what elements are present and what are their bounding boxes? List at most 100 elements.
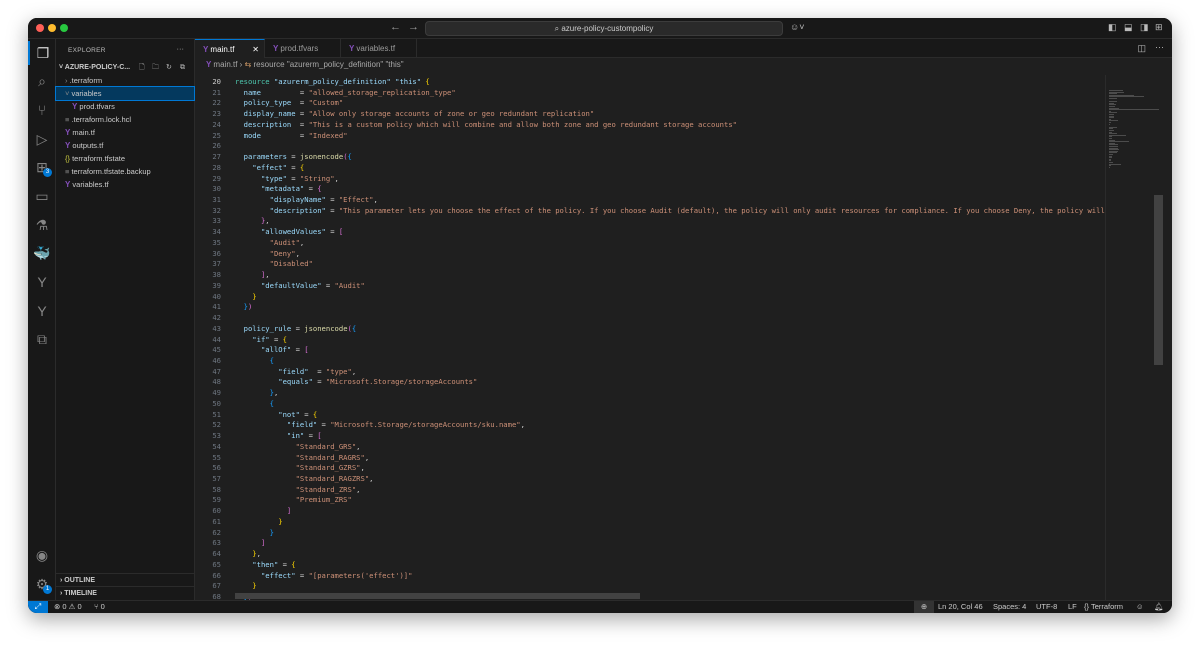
- code-line[interactable]: "not" = {: [235, 410, 317, 419]
- code-line[interactable]: mode = "Indexed": [235, 131, 348, 140]
- source-control-icon[interactable]: ⑂: [28, 98, 56, 122]
- code-line[interactable]: "Standard_GRS",: [235, 442, 361, 451]
- problems-indicator[interactable]: ⊗ 0 ⚠ 0: [54, 601, 82, 613]
- new-folder-icon[interactable]: 🗀: [152, 61, 159, 74]
- code-line[interactable]: "Standard_ZRS",: [235, 485, 361, 494]
- indentation[interactable]: Spaces: 4: [993, 601, 1026, 613]
- code-line[interactable]: "Disabled": [235, 259, 313, 268]
- run-debug-icon[interactable]: ▷: [28, 127, 56, 151]
- horizontal-scrollbar[interactable]: [235, 593, 640, 599]
- code-line[interactable]: },: [235, 388, 278, 397]
- customize-layout-icon[interactable]: ⊞: [1155, 22, 1163, 33]
- code-line[interactable]: "Standard_RAGZRS",: [235, 474, 373, 483]
- close-window-button[interactable]: [36, 24, 44, 32]
- tree-item[interactable]: Y variables.tf: [56, 178, 194, 191]
- toggle-panel-icon[interactable]: ⬓: [1124, 22, 1133, 33]
- code-line[interactable]: }): [235, 302, 252, 311]
- code-line[interactable]: "defaultValue" = "Audit": [235, 281, 365, 290]
- tree-item[interactable]: {} terraform.tfstate: [56, 152, 194, 165]
- code-line[interactable]: "equals" = "Microsoft.Storage/storageAcc…: [235, 377, 477, 386]
- code-line[interactable]: ],: [235, 270, 270, 279]
- code-line[interactable]: "then" = {: [235, 560, 296, 569]
- close-tab-icon[interactable]: ✕: [252, 40, 259, 59]
- code-line[interactable]: ]: [235, 506, 291, 515]
- code-editor[interactable]: 20resource "azurerm_policy_definition" "…: [195, 75, 1105, 600]
- timeline-section[interactable]: › TIMELINE: [56, 586, 194, 599]
- new-file-icon[interactable]: 🗋: [139, 61, 145, 74]
- code-line[interactable]: description = "This is a custom policy w…: [235, 120, 737, 129]
- code-line[interactable]: }: [235, 581, 257, 590]
- code-line[interactable]: "Audit",: [235, 238, 304, 247]
- code-line[interactable]: parameters = jsonencode({: [235, 152, 352, 161]
- tab-main-tf[interactable]: Y main.tf✕: [195, 39, 265, 58]
- code-line[interactable]: }: [235, 517, 283, 526]
- explorer-icon[interactable]: ❐: [28, 41, 56, 65]
- tree-item[interactable]: ≡ .terraform.lock.hcl: [56, 113, 194, 126]
- code-line[interactable]: ]: [235, 538, 265, 547]
- tree-item[interactable]: Y outputs.tf: [56, 139, 194, 152]
- remote-explorer-icon[interactable]: ▭: [28, 184, 56, 208]
- encoding[interactable]: UTF-8: [1036, 601, 1057, 613]
- code-line[interactable]: policy_type = "Custom": [235, 98, 343, 107]
- more-actions-icon[interactable]: ···: [177, 44, 185, 53]
- tab-variables-tf[interactable]: Y variables.tf: [341, 39, 417, 58]
- search-icon[interactable]: ⌕: [28, 69, 56, 93]
- terraform-icon[interactable]: Y: [28, 270, 56, 294]
- code-line[interactable]: "allOf" = [: [235, 345, 309, 354]
- code-line[interactable]: name = "allowed_storage_replication_type…: [235, 88, 456, 97]
- code-line[interactable]: "effect" = "[parameters('effect')]": [235, 571, 412, 580]
- code-line[interactable]: }: [235, 528, 274, 537]
- maximize-window-button[interactable]: [60, 24, 68, 32]
- account-icon[interactable]: ◉: [28, 543, 56, 567]
- vertical-scrollbar[interactable]: [1154, 195, 1163, 365]
- code-line[interactable]: resource "azurerm_policy_definition" "th…: [235, 77, 430, 86]
- copilot-status-icon[interactable]: ☺: [1136, 601, 1144, 613]
- line-ending[interactable]: LF: [1068, 601, 1077, 613]
- minimize-window-button[interactable]: [48, 24, 56, 32]
- back-arrow-icon[interactable]: ←: [390, 21, 401, 33]
- toggle-sidebar-icon[interactable]: ◧: [1108, 22, 1117, 33]
- code-line[interactable]: "allowedValues" = [: [235, 227, 343, 236]
- code-line[interactable]: display_name = "Allow only storage accou…: [235, 109, 594, 118]
- tab-prod-tfvars[interactable]: Y prod.tfvars: [265, 39, 341, 58]
- ports-indicator[interactable]: ⑂ 0: [94, 601, 105, 613]
- collapse-all-icon[interactable]: ⧉: [180, 61, 185, 74]
- tree-item[interactable]: Y prod.tfvars: [56, 100, 194, 113]
- code-line[interactable]: "metadata" = {: [235, 184, 322, 193]
- minimap[interactable]: [1105, 75, 1163, 600]
- outline-section[interactable]: › OUTLINE: [56, 573, 194, 586]
- folder-header[interactable]: ˅ AZURE-POLICY-C... 🗋 🗀 ↻ ⧉: [56, 61, 194, 74]
- code-line[interactable]: },: [235, 216, 270, 225]
- code-line[interactable]: "field" = "type",: [235, 367, 356, 376]
- breadcrumb-symbol[interactable]: resource "azurerm_policy_definition" "th…: [254, 60, 404, 69]
- tree-item[interactable]: ˅ variables: [56, 87, 194, 100]
- code-line[interactable]: "description" = "This parameter lets you…: [235, 206, 1105, 215]
- settings-gear-icon[interactable]: ⚙1: [28, 572, 56, 596]
- notifications-icon[interactable]: 🔔︎: [1154, 601, 1164, 613]
- code-line[interactable]: "displayName" = "Effect",: [235, 195, 378, 204]
- copilot-icon[interactable]: ☺˅: [790, 22, 804, 32]
- tree-item[interactable]: ≡ terraform.tfstate.backup: [56, 165, 194, 178]
- code-line[interactable]: "in" = [: [235, 431, 322, 440]
- refresh-icon[interactable]: ↻: [166, 61, 172, 74]
- zoom-icon[interactable]: ⊕: [914, 601, 934, 613]
- code-line[interactable]: }: [235, 292, 257, 301]
- code-line[interactable]: "if" = {: [235, 335, 287, 344]
- language-mode[interactable]: {} Terraform: [1084, 601, 1123, 613]
- more-actions-icon[interactable]: ···: [1155, 42, 1164, 52]
- code-line[interactable]: "Standard_GZRS",: [235, 463, 365, 472]
- code-line[interactable]: {: [235, 399, 274, 408]
- cursor-position[interactable]: Ln 20, Col 46: [938, 601, 983, 613]
- code-line[interactable]: "Premium_ZRS": [235, 495, 352, 504]
- code-line[interactable]: "effect" = {: [235, 163, 304, 172]
- command-center-search[interactable]: ⌕ azure-policy-custompolicy: [425, 21, 783, 36]
- code-line[interactable]: },: [235, 549, 261, 558]
- code-line[interactable]: policy_rule = jsonencode({: [235, 324, 356, 333]
- remote-indicator-icon[interactable]: ⤢: [28, 601, 48, 613]
- tree-item[interactable]: › .terraform: [56, 74, 194, 87]
- code-line[interactable]: {: [235, 356, 274, 365]
- code-line[interactable]: "Deny",: [235, 249, 300, 258]
- code-line[interactable]: "type" = "String",: [235, 174, 339, 183]
- remote-connections-icon[interactable]: ⧉: [28, 327, 56, 351]
- docker-icon[interactable]: 🐳: [28, 241, 56, 265]
